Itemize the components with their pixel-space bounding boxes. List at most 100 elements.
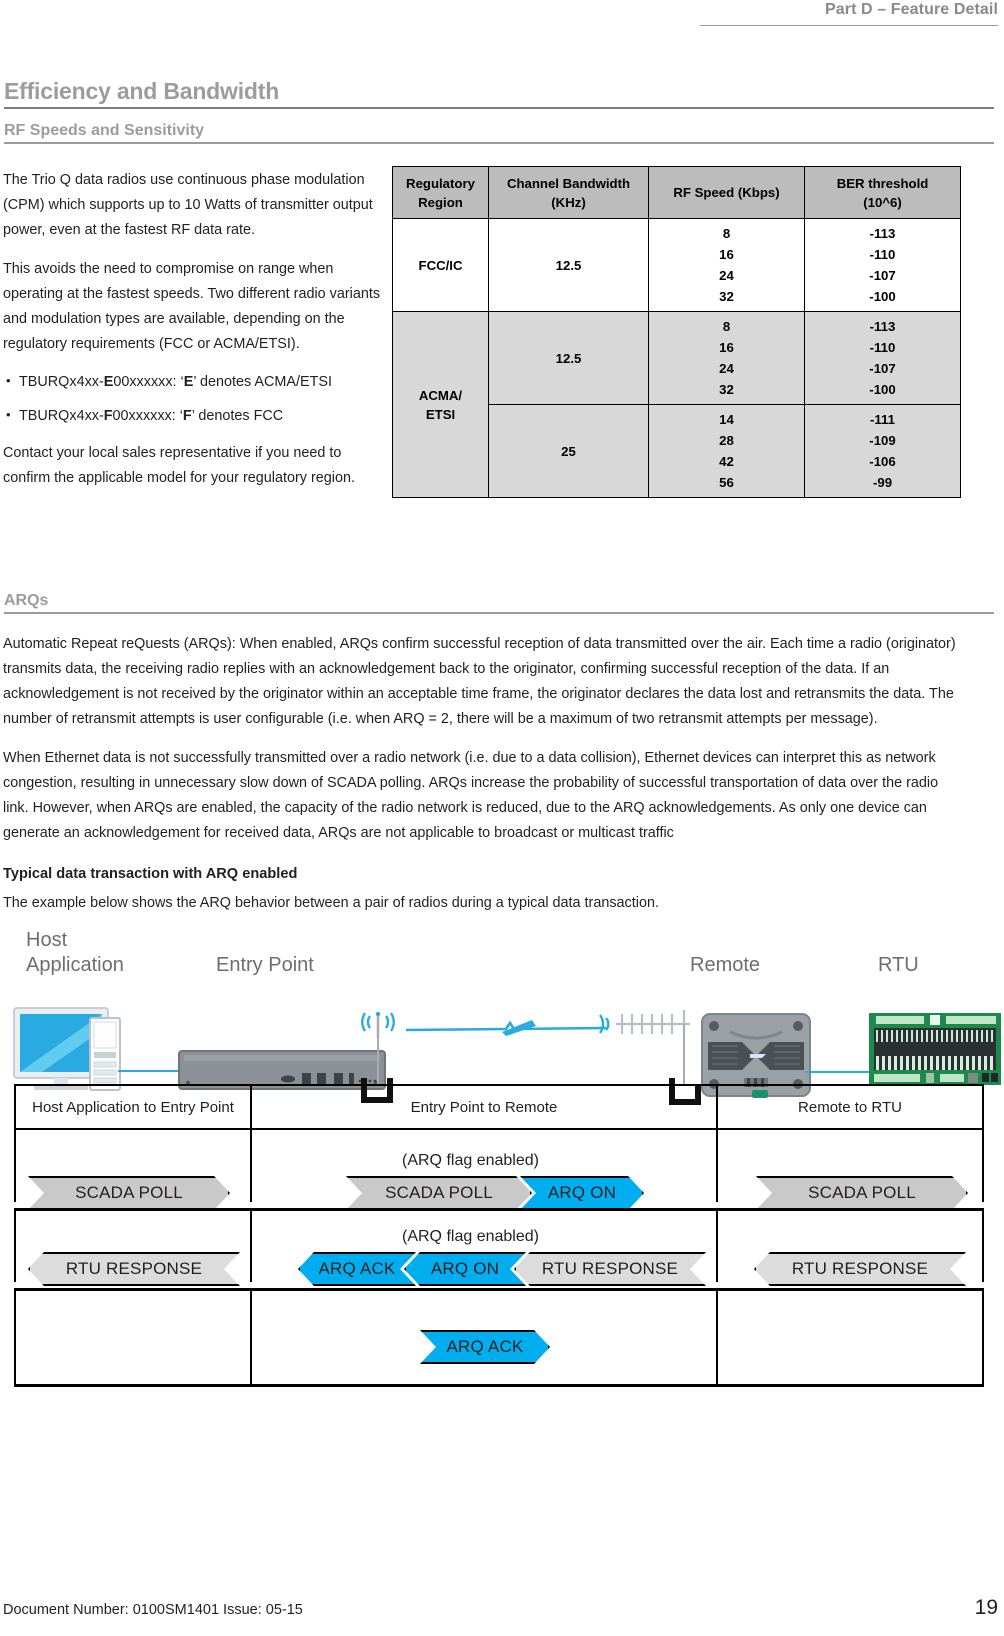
rf-link-icon <box>406 1020 606 1036</box>
paragraph-arq-definition: Automatic Repeat reQuests (ARQs): When e… <box>3 636 956 727</box>
section-heading-text: Efficiency and Bandwidth <box>4 78 280 104</box>
bullet2-suffix: ’ denotes FCC <box>191 408 284 424</box>
ber-line2: (10^6) <box>863 194 902 210</box>
col-header-ber-threshold: BER threshold (10^6) <box>804 166 961 219</box>
section-heading-rule <box>4 107 994 109</box>
cell-ber-r2: -113 -110 -107 -100 <box>804 311 961 405</box>
arqs-heading-rule <box>4 612 994 614</box>
bullet2-bold-f1: F <box>103 408 113 424</box>
bullet2-bold-f2: F <box>182 408 192 424</box>
figure-label-entry-point: Entry Point <box>216 954 314 976</box>
note-arq-flag-enabled-row2: (ARQ flag enabled) <box>402 1228 539 1245</box>
col-header-rf-speed: RF Speed (Kbps) <box>648 166 805 219</box>
table-head: Regulatory Region Channel Bandwidth (KHz… <box>392 166 961 219</box>
cell-speeds-r2: 8 16 24 32 <box>648 311 805 405</box>
sequence-col-header-host-to-entry: Host Application to Entry Point <box>16 1086 252 1128</box>
lane-divider-3 <box>250 1208 252 1282</box>
rowline <box>14 1288 984 1291</box>
col-header-channel-bandwidth: Channel Bandwidth (KHz) <box>488 166 649 219</box>
paragraph-arq-ethernet: When Ethernet data is not successfully t… <box>3 750 939 841</box>
ber-line1: BER threshold <box>836 175 929 191</box>
lane-divider-4 <box>716 1208 718 1282</box>
ethernet-cable-host <box>118 1070 180 1072</box>
lane-divider-2 <box>716 1130 718 1202</box>
message-scada-poll-entry: SCADA POLL <box>346 1176 532 1210</box>
section-heading-efficiency: Efficiency and Bandwidth <box>4 78 994 109</box>
list-item-acma-etsi: TBURQx4xx-E00xxxxxx: ‘E’ denotes ACMA/ET… <box>3 370 391 393</box>
arq-subheading: Typical data transaction with ARQ enable… <box>3 866 298 882</box>
cell-region-fcc-ic: FCC/IC <box>392 218 489 312</box>
remote-mast <box>683 1024 685 1086</box>
paragraph-cpm: The Trio Q data radios use continuous ph… <box>3 172 373 238</box>
table-row: ACMA/ ETSI 12.5 8 16 24 32 -113 -110 -10… <box>392 311 961 498</box>
network-diagram: Host Application Entry Point Remote RTU <box>0 920 1004 1105</box>
message-arq-ack-row2: ARQ ACK <box>298 1252 416 1286</box>
running-header: Part D – Feature Detail <box>0 0 1004 30</box>
running-header-title: Part D – Feature Detail <box>824 1 998 18</box>
model-code-list: TBURQx4xx-E00xxxxxx: ‘E’ denotes ACMA/ET… <box>3 370 391 427</box>
arq-example-intro: The example below shows the ARQ behavior… <box>3 895 659 911</box>
subsection-heading-text: RF Speeds and Sensitivity <box>4 122 205 139</box>
cell-bandwidth-r2: 12.5 <box>488 311 649 405</box>
message-rtu-response-rtu: RTU RESPONSE <box>754 1252 966 1286</box>
message-arq-ack-row3: ARQ ACK <box>420 1330 550 1364</box>
note-arq-flag-enabled-row1: (ARQ flag enabled) <box>402 1152 539 1169</box>
paragraph-range: This avoids the need to compromise on ra… <box>3 261 381 352</box>
bullet1-prefix: TBURQx4xx- <box>19 374 104 390</box>
rtu-board-icon <box>869 1013 1001 1085</box>
table-header-row: Regulatory Region Channel Bandwidth (KHz… <box>392 166 961 219</box>
bullet1-bold-e1: E <box>103 374 114 390</box>
cell-ber-r1: -113 -110 -107 -100 <box>804 218 961 312</box>
subsection-heading-rf-speeds: RF Speeds and Sensitivity <box>4 122 994 144</box>
arqs-heading-text: ARQs <box>4 592 49 609</box>
message-arq-on-row1: ARQ ON <box>520 1176 644 1210</box>
paragraph-contact-sales: Contact your local sales representative … <box>3 445 355 486</box>
regulatory-region-line2: Region <box>418 194 463 210</box>
host-label-line1: Host <box>26 929 68 951</box>
cell-region-acma-etsi: ACMA/ ETSI <box>392 311 489 498</box>
message-rtu-response-host: RTU RESPONSE <box>28 1252 240 1286</box>
rowline <box>14 1384 984 1387</box>
bullet1-middle: 00xxxxxx: ‘ <box>113 374 184 390</box>
footer-document-number: Document Number: 0100SM1401 Issue: 05-15 <box>3 1602 303 1618</box>
channel-bandwidth-line1: Channel Bandwidth <box>506 175 631 191</box>
bullet2-prefix: TBURQx4xx- <box>19 408 104 424</box>
sequence-header-row: Host Application to Entry Point Entry Po… <box>14 1084 984 1130</box>
lane-divider-left-3 <box>14 1288 16 1386</box>
figure-label-rtu: RTU <box>878 954 919 976</box>
message-scada-poll-rtu: SCADA POLL <box>756 1176 968 1210</box>
page-footer: Document Number: 0100SM1401 Issue: 05-15… <box>0 1590 1004 1636</box>
arq-sequence-diagram: Host Application to Entry Point Entry Po… <box>14 1084 984 1396</box>
lane-divider-right-3 <box>982 1288 984 1386</box>
lane-divider-left-1 <box>14 1130 16 1202</box>
cell-speeds-r1: 8 16 24 32 <box>648 218 805 312</box>
bullet1-suffix: ’ denotes ACMA/ETSI <box>193 374 332 390</box>
cell-speeds-r3: 14 28 42 56 <box>648 404 805 498</box>
col-header-regulatory-region: Regulatory Region <box>392 166 489 219</box>
cell-bandwidth-r1: 12.5 <box>488 218 649 312</box>
lane-divider-5 <box>250 1288 252 1386</box>
arqs-body-text: Automatic Repeat reQuests (ARQs): When e… <box>3 632 961 846</box>
document-page: Part D – Feature Detail Efficiency and B… <box>0 0 1004 1636</box>
figure-label-host: Host Application <box>26 928 124 978</box>
subsection-heading-arqs: ARQs <box>4 592 994 614</box>
rf-speeds-table: Regulatory Region Channel Bandwidth (KHz… <box>392 166 961 498</box>
footer-page-number: 19 <box>974 1596 998 1619</box>
table-body: FCC/IC 12.5 8 16 24 32 -113 -110 -107 -1… <box>392 218 961 498</box>
bullet1-bold-e2: E <box>183 374 194 390</box>
bullet2-middle: 00xxxxxx: ‘ <box>112 408 183 424</box>
figure-label-remote: Remote <box>690 954 761 976</box>
table-row: FCC/IC 12.5 8 16 24 32 -113 -110 -107 -1… <box>392 218 961 312</box>
lane-divider-1 <box>250 1130 252 1202</box>
host-pc-tower-icon <box>89 1017 121 1091</box>
left-column-text: The Trio Q data radios use continuous ph… <box>3 168 391 491</box>
lane-divider-left-2 <box>14 1208 16 1282</box>
message-arq-on-row2: ARQ ON <box>404 1252 526 1286</box>
rowline <box>14 1208 984 1211</box>
subsection-heading-rule <box>4 142 994 144</box>
channel-bandwidth-line2: (KHz) <box>551 194 586 210</box>
lane-divider-right-2 <box>982 1208 984 1282</box>
lane-divider-right-1 <box>982 1130 984 1202</box>
sequence-col-header-remote-to-rtu: Remote to RTU <box>798 1098 902 1116</box>
message-rtu-response-entry: RTU RESPONSE <box>514 1252 706 1286</box>
